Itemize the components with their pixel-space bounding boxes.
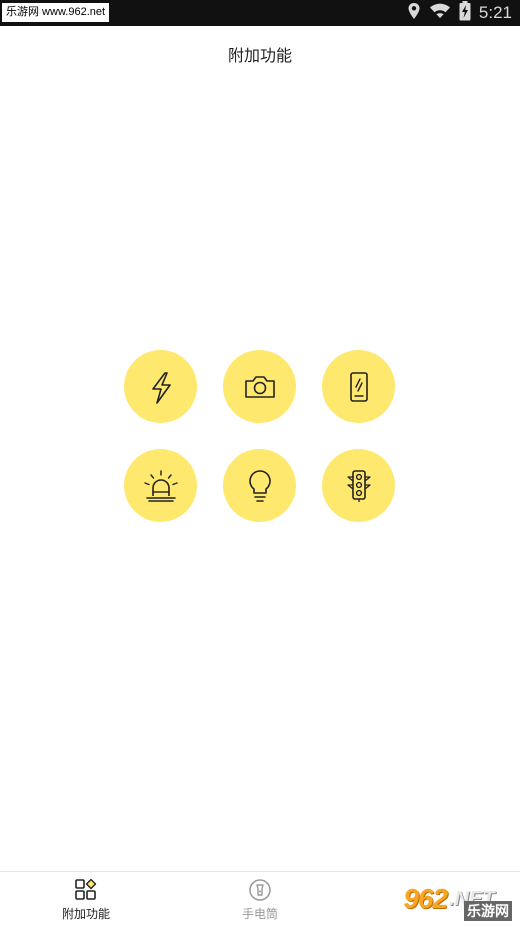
siren-button[interactable] [124, 449, 197, 522]
feature-grid [124, 350, 396, 522]
battery-icon [459, 1, 471, 25]
watermark-text: 乐游网 www.962.net [2, 3, 110, 22]
tab-flashlight[interactable]: 手电筒 [200, 878, 320, 922]
phone-screen-icon [349, 371, 368, 402]
traffic-light-button[interactable] [322, 449, 395, 522]
screen-light-button[interactable] [322, 350, 395, 423]
flashlight-icon [249, 879, 271, 901]
lightbulb-button[interactable] [223, 449, 296, 522]
status-bar: 乐游网 www.962.net 5:21 [0, 0, 520, 26]
watermark-main: 962 [403, 883, 448, 914]
tab-label: 附加功能 [61, 907, 110, 921]
wifi-icon [429, 3, 451, 23]
camera-button[interactable] [223, 350, 296, 423]
watermark-logo: 962 .NET 乐游网 [384, 879, 514, 921]
watermark-sub: 乐游网 [464, 901, 512, 921]
traffic-light-icon [346, 469, 371, 502]
status-icons: 5:21 [407, 1, 512, 25]
lightning-icon [151, 371, 171, 404]
camera-icon [244, 375, 275, 398]
lightning-button[interactable] [124, 350, 197, 423]
grid-icon [75, 878, 97, 900]
status-time: 5:21 [478, 3, 512, 22]
tab-label: 手电筒 [241, 907, 278, 921]
page-title: 附加功能 [227, 46, 292, 65]
tab-extra-functions[interactable]: 附加功能 [26, 878, 146, 922]
lightbulb-icon [248, 469, 271, 502]
siren-icon [143, 469, 178, 502]
location-icon [407, 2, 421, 24]
